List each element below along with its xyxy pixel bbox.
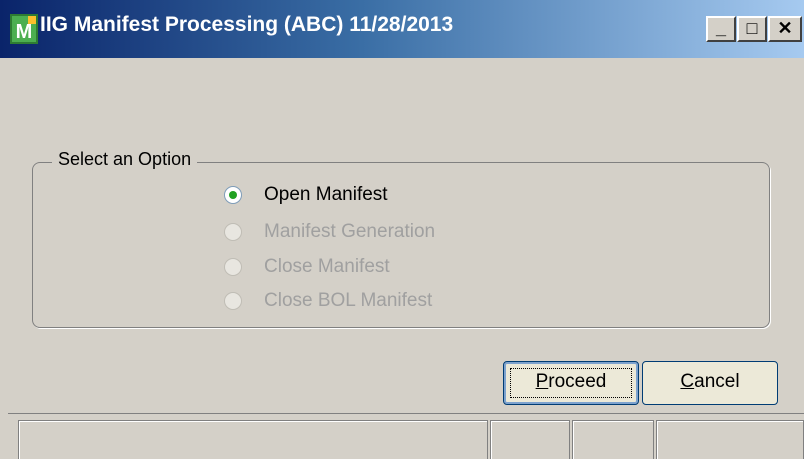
status-bar	[8, 413, 804, 459]
app-icon: M	[10, 14, 38, 44]
cancel-mnemonic: C	[680, 371, 695, 392]
focus-rectangle	[510, 368, 632, 398]
radio-label: Open Manifest	[264, 184, 388, 205]
radio-label: Manifest Generation	[264, 221, 436, 242]
cancel-label-rest: ancel	[694, 371, 740, 392]
status-cell-3	[572, 420, 654, 459]
close-button[interactable]: ✕	[768, 16, 802, 42]
radio-selected-dot	[229, 191, 237, 199]
radio-icon	[224, 223, 242, 241]
status-cell-2	[490, 420, 570, 459]
radio-icon	[224, 186, 242, 204]
status-cell-main	[18, 420, 488, 459]
radio-icon	[224, 258, 242, 276]
options-group-label: Select an Option	[52, 149, 198, 170]
radio-label: Close Manifest	[264, 256, 390, 277]
window-title: IIG Manifest Processing (ABC) 11/28/2013	[40, 13, 454, 36]
maximize-button[interactable]: □	[737, 16, 767, 42]
minimize-button[interactable]: _	[706, 16, 736, 42]
status-cell-4	[656, 420, 804, 459]
cancel-button[interactable]: Cancel	[642, 361, 778, 405]
title-bar[interactable]: M IIG Manifest Processing (ABC) 11/28/20…	[0, 0, 804, 58]
radio-icon	[224, 292, 242, 310]
svg-text:M: M	[16, 21, 33, 43]
proceed-button[interactable]: Proceed	[503, 361, 639, 405]
manifest-processing-window: M IIG Manifest Processing (ABC) 11/28/20…	[0, 0, 804, 459]
radio-label: Close BOL Manifest	[264, 290, 433, 311]
